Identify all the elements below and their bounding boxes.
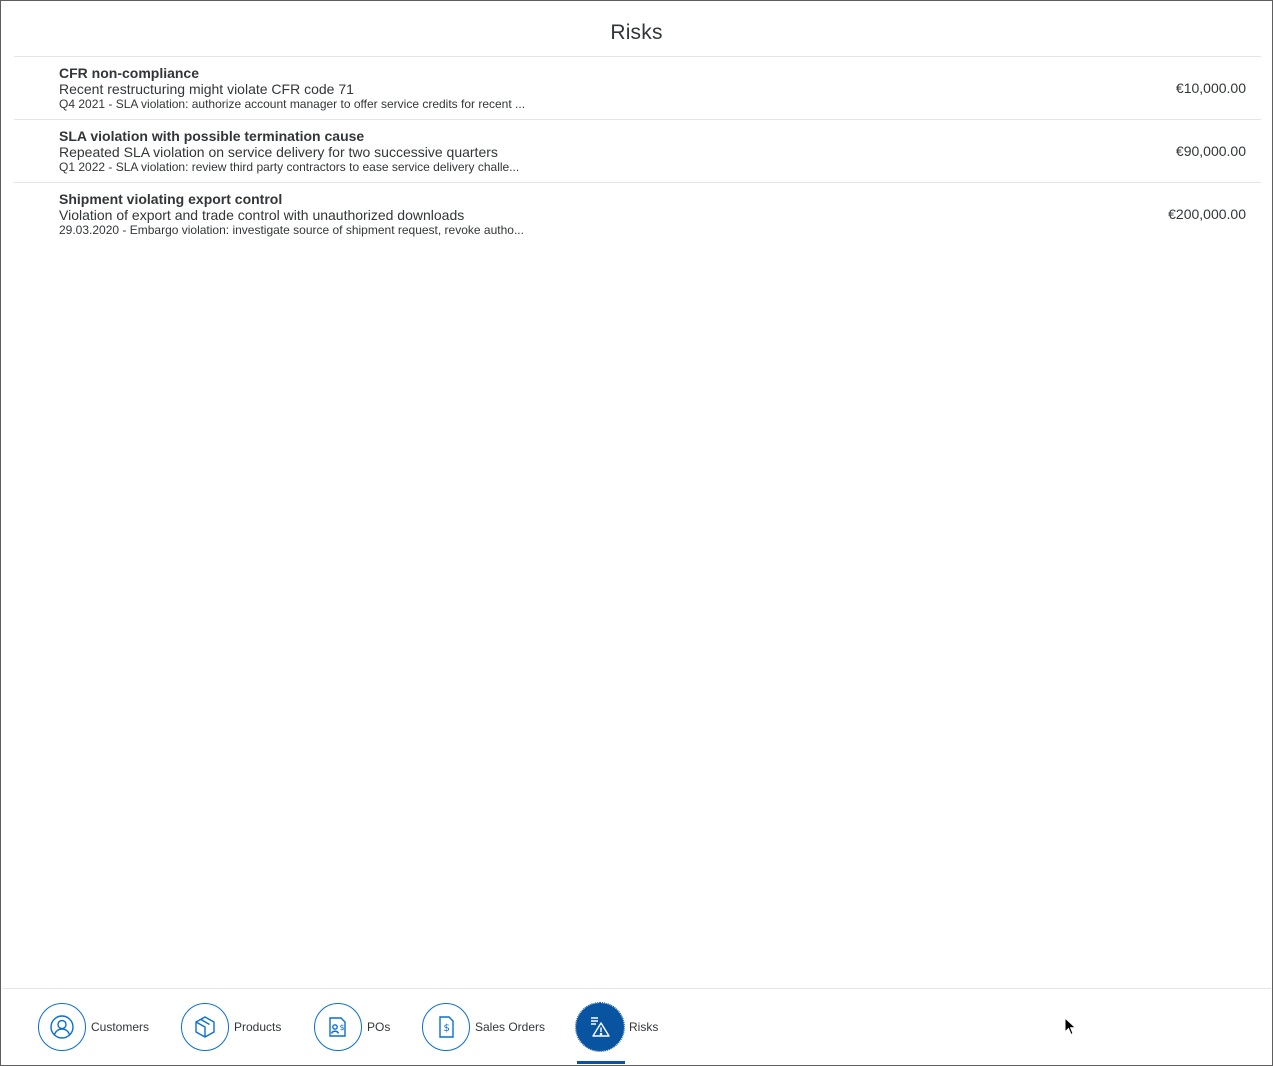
risk-mitigation: 29.03.2020 - Embargo violation: investig… <box>59 223 524 237</box>
purchase-order-icon: $ <box>314 1003 362 1051</box>
nav-item-customers[interactable]: Customers <box>38 1002 149 1052</box>
svg-text:$: $ <box>340 1023 345 1032</box>
risk-amount: €90,000.00 <box>1175 143 1246 159</box>
sales-order-icon: $ <box>422 1003 470 1051</box>
risk-title: CFR non-compliance <box>59 65 200 81</box>
risk-list-item[interactable]: Shipment violating export control Violat… <box>14 183 1261 245</box>
risk-mitigation: Q4 2021 - SLA violation: authorize accou… <box>59 97 526 111</box>
risk-list-item[interactable]: CFR non-compliance Recent restructuring … <box>14 57 1261 120</box>
nav-item-pos[interactable]: $ POs <box>314 1002 390 1052</box>
customer-icon <box>38 1003 86 1051</box>
risk-description: Recent restructuring might violate CFR c… <box>59 81 354 97</box>
risk-description: Violation of export and trade control wi… <box>59 207 465 223</box>
nav-label-risks: Risks <box>629 1020 659 1034</box>
nav-label-customers: Customers <box>91 1020 150 1034</box>
bottom-navigation-bar: Customers Products $ POs $ Sales Orders … <box>2 988 1271 1064</box>
nav-label-pos: POs <box>367 1020 391 1034</box>
svg-text:$: $ <box>444 1023 450 1034</box>
product-icon <box>181 1003 229 1051</box>
nav-item-sales-orders[interactable]: $ Sales Orders <box>422 1002 545 1052</box>
risk-amount: €10,000.00 <box>1175 80 1246 96</box>
page-title: Risks <box>610 21 663 44</box>
mouse-pointer-icon <box>1064 1017 1077 1036</box>
risk-mitigation: Q1 2022 - SLA violation: review third pa… <box>59 160 520 174</box>
risk-list-item[interactable]: SLA violation with possible termination … <box>14 120 1261 183</box>
active-tab-indicator <box>577 1061 625 1064</box>
app-window: Risks CFR non-compliance Recent restruct… <box>0 0 1273 1066</box>
nav-item-products[interactable]: Products <box>181 1002 281 1052</box>
nav-label-products: Products <box>234 1020 282 1034</box>
risk-amount: €200,000.00 <box>1168 206 1246 222</box>
risk-icon <box>575 1002 625 1052</box>
risk-description: Repeated SLA violation on service delive… <box>59 144 498 160</box>
risk-title: SLA violation with possible termination … <box>59 128 365 144</box>
risk-list: CFR non-compliance Recent restructuring … <box>14 57 1261 245</box>
nav-item-risks[interactable]: Risks <box>575 1002 659 1052</box>
nav-label-sales-orders: Sales Orders <box>475 1020 546 1034</box>
risk-title: Shipment violating export control <box>59 191 283 207</box>
